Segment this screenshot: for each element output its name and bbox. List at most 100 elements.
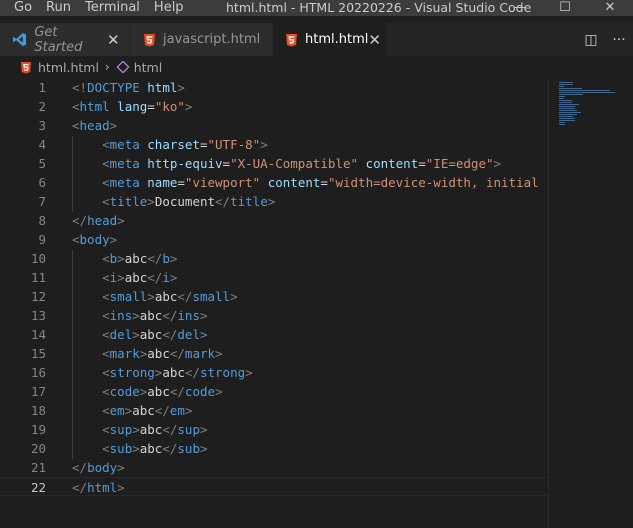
minimap-line	[559, 124, 566, 125]
minimap-line	[559, 84, 574, 85]
line-number: 10	[30, 251, 46, 266]
code-text: <meta charset="UTF-8">	[72, 135, 268, 154]
code-line[interactable]: 20 <sub>abc</sub>	[0, 439, 548, 458]
code-token: <	[102, 384, 110, 399]
tab-javascript-html[interactable]: javascript.html	[131, 23, 273, 56]
code-token: head	[87, 213, 118, 228]
code-token: content	[267, 175, 321, 190]
code-token: >	[267, 194, 276, 209]
code-token: b	[162, 251, 170, 266]
minimap-line	[559, 116, 574, 117]
code-editor[interactable]: 1 <!DOCTYPE html> 2 <html lang="ko"> 3 <head>…	[0, 78, 548, 528]
code-line[interactable]: 16 <strong>abc</strong>	[0, 363, 548, 382]
code-token: </	[184, 365, 200, 380]
code-line[interactable]: 1 <!DOCTYPE html>	[0, 78, 548, 97]
code-line[interactable]: 22 </html>	[0, 477, 548, 496]
code-token: </	[162, 422, 178, 437]
code-line[interactable]: 7 <title>Document</title>	[0, 192, 548, 211]
tab-html-html[interactable]: html.html ✕	[273, 23, 387, 56]
code-line[interactable]: 9 <body>	[0, 230, 548, 249]
minimap-line	[559, 102, 572, 103]
code-token: <	[102, 365, 110, 380]
code-line[interactable]: 17 <code>abc</code>	[0, 382, 548, 401]
editor-actions: ◫ ···	[577, 23, 633, 56]
code-token: <	[102, 194, 110, 209]
code-token: <	[72, 99, 80, 114]
line-number: 3	[38, 118, 46, 133]
maximize-button[interactable]: ☐	[545, 0, 585, 16]
code-line[interactable]: 8 </head>	[0, 211, 548, 230]
breadcrumb-symbol[interactable]: html	[134, 60, 162, 75]
code-line[interactable]: 19 <sup>abc</sup>	[0, 420, 548, 439]
code-token: </	[72, 460, 88, 475]
code-line[interactable]: 10 <b>abc</b>	[0, 249, 548, 268]
menu-run[interactable]: Run	[39, 0, 78, 16]
code-token: >	[177, 80, 185, 95]
code-token: name	[147, 175, 178, 190]
code-text: <mark>abc</mark>	[72, 344, 222, 363]
line-number: 2	[38, 99, 46, 114]
minimap-line	[559, 90, 611, 91]
code-token: meta	[109, 175, 140, 190]
tab-get-started[interactable]: Get Started ✕	[0, 23, 131, 56]
code-token: >	[132, 308, 140, 323]
code-token: "width=device-width, initial	[327, 175, 539, 190]
code-token: "UTF-8"	[207, 137, 261, 152]
line-number: 18	[30, 403, 46, 418]
code-line[interactable]: 13 <ins>abc</ins>	[0, 306, 548, 325]
code-text: <meta http-equiv="X-UA-Compatible" conte…	[72, 154, 501, 173]
code-token: sup	[177, 422, 200, 437]
close-icon[interactable]: ✕	[368, 31, 381, 49]
code-line[interactable]: 3 <head>	[0, 116, 548, 135]
code-token: <	[102, 289, 110, 304]
menu-go[interactable]: Go	[0, 0, 39, 16]
code-text: <ins>abc</ins>	[72, 306, 207, 325]
code-token: >	[117, 270, 125, 285]
line-number: 20	[30, 441, 46, 456]
code-token: DOCTYPE	[87, 80, 148, 95]
code-token: <!	[72, 80, 88, 95]
minimap-line	[559, 110, 577, 111]
code-line[interactable]: 15 <mark>abc</mark>	[0, 344, 548, 363]
code-line[interactable]: 4 <meta charset="UTF-8">	[0, 135, 548, 154]
code-line[interactable]: 6 <meta name="viewport" content="width=d…	[0, 173, 548, 192]
minimap-line	[559, 112, 581, 113]
code-token: >	[245, 365, 253, 380]
code-token: code	[184, 384, 216, 399]
close-window-button[interactable]: ✕	[590, 0, 630, 16]
minimize-button[interactable]: —	[500, 0, 540, 16]
code-line[interactable]: 12 <small>abc</small>	[0, 287, 548, 306]
code-token: abc	[147, 384, 170, 399]
code-token: </	[72, 480, 88, 495]
menu-terminal[interactable]: Terminal	[78, 0, 147, 16]
code-text: </html>	[72, 478, 125, 497]
code-token: <	[72, 232, 80, 247]
code-token: head	[79, 118, 110, 133]
split-editor-icon[interactable]: ◫	[577, 32, 605, 48]
tab-label: javascript.html	[163, 32, 261, 47]
code-line[interactable]: 5 <meta http-equiv="X-UA-Compatible" con…	[0, 154, 548, 173]
code-line[interactable]: 18 <em>abc</em>	[0, 401, 548, 420]
code-line[interactable]: 2 <html lang="ko">	[0, 97, 548, 116]
code-token: ins	[177, 308, 200, 323]
code-text: <del>abc</del>	[72, 325, 207, 344]
window-title: html.html - HTML 20220226 - Visual Studi…	[226, 0, 532, 15]
code-line[interactable]: 21 </body>	[0, 458, 548, 477]
menu-help[interactable]: Help	[147, 0, 191, 16]
code-line[interactable]: 11 <i>abc</i>	[0, 268, 548, 287]
code-token: =	[222, 156, 231, 171]
minimap-line	[559, 100, 572, 101]
code-token: "IE=edge"	[425, 156, 494, 171]
breadcrumb-file[interactable]: html.html	[38, 60, 99, 75]
code-token: mark	[109, 346, 140, 361]
more-actions-icon[interactable]: ···	[605, 32, 633, 48]
chevron-right-icon: ›	[104, 60, 110, 74]
minimap-line	[559, 88, 583, 89]
line-number: 1	[38, 80, 46, 95]
code-line[interactable]: 14 <del>abc</del>	[0, 325, 548, 344]
code-token: abc	[132, 403, 155, 418]
minimap[interactable]	[548, 78, 633, 528]
close-icon[interactable]: ✕	[107, 31, 120, 49]
